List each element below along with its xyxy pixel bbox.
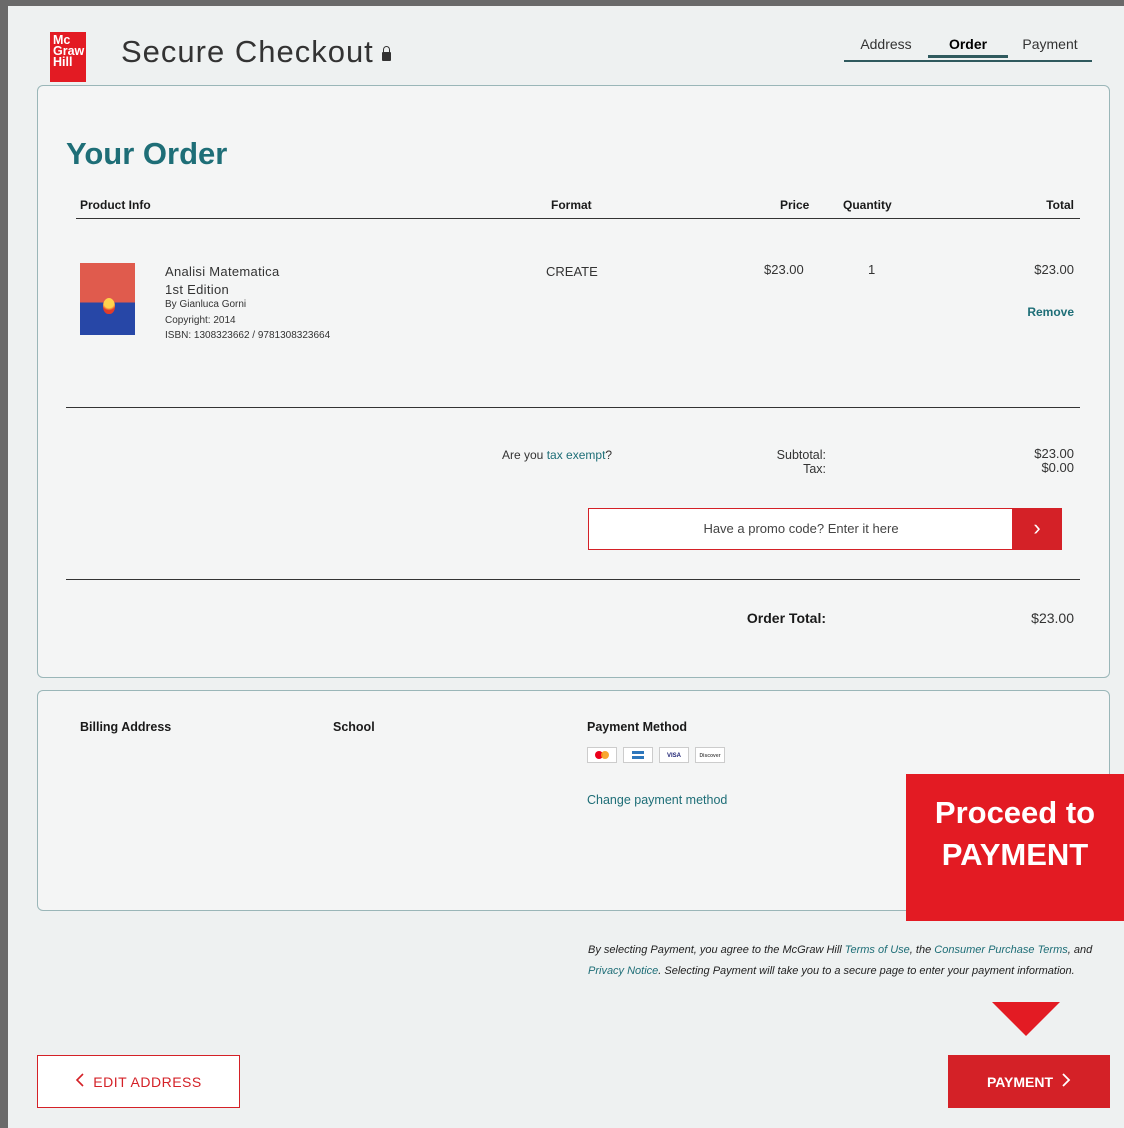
edit-address-label: EDIT ADDRESS xyxy=(93,1073,202,1090)
logo-line-3: Hill xyxy=(53,55,73,69)
change-payment-method-link[interactable]: Change payment method xyxy=(587,793,727,807)
items-divider xyxy=(66,407,1080,408)
callout-line-2: PAYMENT xyxy=(941,837,1089,872)
payment-label: PAYMENT xyxy=(986,1073,1054,1090)
page-title: Secure Checkout xyxy=(121,34,391,70)
promo-submit-button[interactable]: › xyxy=(1012,508,1062,550)
terms-text-4: . Selecting Payment will take you to a s… xyxy=(658,964,1075,977)
summary-divider xyxy=(66,579,1080,580)
mastercard-icon xyxy=(587,747,617,763)
edit-address-button[interactable]: EDIT ADDRESS xyxy=(37,1055,240,1108)
consumer-terms-link[interactable]: Consumer Purchase Terms xyxy=(934,944,1067,956)
order-card: Your Order Product Info Format Price Qua… xyxy=(37,85,1110,678)
product-copyright: Copyright: 2014 xyxy=(165,315,236,326)
step-payment[interactable]: Payment xyxy=(1008,34,1092,60)
tax-exempt-link[interactable]: tax exempt xyxy=(547,448,606,462)
billing-address-label: Billing Address xyxy=(80,720,172,734)
privacy-notice-link[interactable]: Privacy Notice xyxy=(588,965,658,977)
page-title-text: Secure Checkout xyxy=(121,34,374,69)
terms-text-1: By selecting Payment, you agree to the M… xyxy=(588,944,845,956)
terms-text-3: , and xyxy=(1067,944,1093,956)
checkout-page: Mc Graw Hill Secure Checkout Address Ord… xyxy=(8,6,1124,1128)
step-address[interactable]: Address xyxy=(844,34,928,60)
col-total: Total xyxy=(1046,198,1074,212)
tax-prefix: Are you xyxy=(502,448,547,462)
proceed-to-payment-callout: Proceed to PAYMENT xyxy=(906,774,1124,921)
payment-method-label: Payment Method xyxy=(587,720,688,734)
header-divider xyxy=(76,218,1080,219)
discover-icon: Discover xyxy=(695,747,725,763)
order-total-label: Order Total: xyxy=(746,610,826,626)
item-price: $23.00 xyxy=(764,262,804,277)
card-brands: VISA Discover xyxy=(587,747,725,763)
terms-notice: By selecting Payment, you agree to the M… xyxy=(588,940,1108,981)
subtotal-label: Subtotal: xyxy=(776,448,826,462)
tax-value: $0.00 xyxy=(1041,460,1074,475)
lock-icon xyxy=(381,46,391,61)
tax-suffix: ? xyxy=(605,448,613,462)
promo-code-input[interactable]: Have a promo code? Enter it here › xyxy=(588,508,1062,550)
step-order[interactable]: Order xyxy=(928,34,1008,58)
col-format: Format xyxy=(551,198,592,212)
visa-icon: VISA xyxy=(659,747,689,763)
order-heading: Your Order xyxy=(66,136,228,171)
payment-button[interactable]: PAYMENT xyxy=(948,1055,1110,1108)
checkout-steps: Address Order Payment xyxy=(844,34,1092,62)
callout-arrow-icon xyxy=(992,1002,1060,1036)
mcgraw-hill-logo[interactable]: Mc Graw Hill xyxy=(50,32,86,82)
product-edition: 1st Edition xyxy=(165,282,230,297)
tax-label: Tax: xyxy=(803,462,826,476)
product-isbn: ISBN: 1308323662 / 9781308323664 xyxy=(165,330,331,341)
chevron-left-icon xyxy=(75,1073,85,1090)
chevron-right-icon xyxy=(1061,1073,1071,1090)
book-cover-image xyxy=(80,263,135,335)
order-total-value: $23.00 xyxy=(1031,610,1074,626)
amex-icon xyxy=(623,747,653,763)
col-quantity: Quantity xyxy=(843,198,892,212)
item-quantity: 1 xyxy=(868,262,876,277)
terms-text-2: , the xyxy=(909,944,935,956)
product-title: Analisi Matematica xyxy=(165,264,280,279)
product-author: By Gianluca Gorni xyxy=(165,299,247,310)
subtotal-value: $23.00 xyxy=(1034,446,1074,461)
item-total: $23.00 xyxy=(1034,262,1074,277)
col-product-info: Product Info xyxy=(80,198,151,212)
school-label: School xyxy=(333,720,375,734)
balloon-icon xyxy=(103,298,115,314)
chevron-right-icon: › xyxy=(1033,515,1041,540)
callout-line-1: Proceed to xyxy=(934,795,1096,830)
col-price: Price xyxy=(780,198,810,212)
tax-exempt-question: Are you tax exempt? xyxy=(502,448,612,462)
item-format: CREATE xyxy=(546,264,598,279)
terms-of-use-link[interactable]: Terms of Use xyxy=(845,944,910,956)
remove-link[interactable]: Remove xyxy=(1027,305,1074,319)
promo-placeholder: Have a promo code? Enter it here xyxy=(703,521,899,536)
